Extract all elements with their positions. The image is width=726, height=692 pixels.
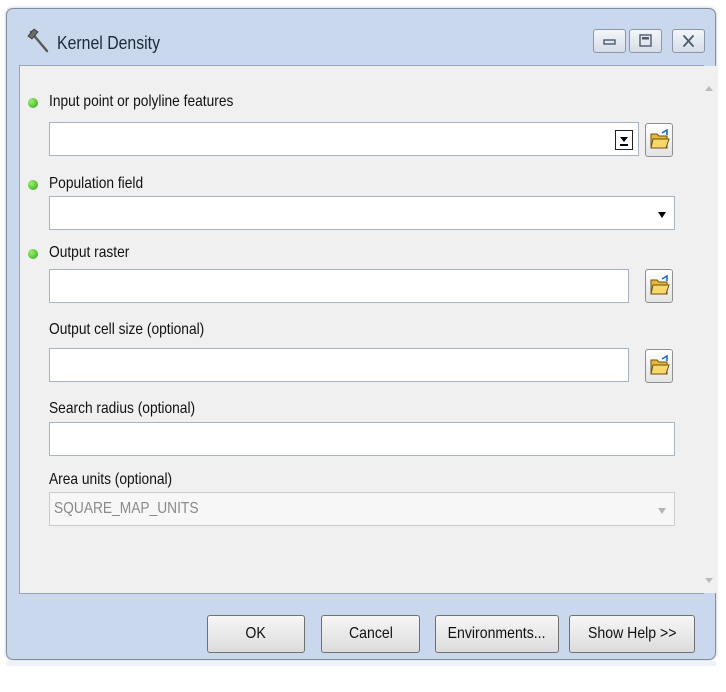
cell-size-browse-button[interactable] (645, 349, 673, 383)
maximize-icon (639, 34, 652, 47)
output-raster-browse-button[interactable] (645, 269, 673, 303)
area-units-value: SQUARE_MAP_UNITS (54, 500, 199, 517)
population-field-dropdown[interactable] (49, 196, 675, 230)
output-raster-label: Output raster (49, 244, 130, 261)
button-divider (19, 598, 705, 599)
minimize-icon (603, 39, 616, 45)
show-help-button[interactable]: Show Help >> (569, 615, 695, 653)
input-features-field[interactable] (49, 122, 639, 156)
close-button[interactable] (672, 29, 705, 53)
window-bottom-edge (6, 661, 716, 666)
output-raster-field[interactable] (49, 269, 629, 303)
cancel-button[interactable]: Cancel (321, 615, 420, 653)
search-radius-label: Search radius (optional) (49, 400, 196, 417)
search-radius-field[interactable] (49, 422, 675, 456)
required-indicator-icon (28, 249, 38, 259)
chevron-down-icon (620, 137, 628, 142)
cell-size-label: Output cell size (optional) (49, 321, 205, 338)
cell-size-field[interactable] (49, 348, 629, 382)
population-field-label: Population field (49, 175, 144, 192)
ok-button[interactable]: OK (207, 615, 305, 653)
scroll-down-arrow-icon[interactable] (705, 578, 713, 583)
vertical-scrollbar[interactable] (702, 66, 717, 593)
input-features-dropdown-button[interactable] (615, 130, 633, 150)
open-folder-icon (650, 275, 670, 295)
input-features-label: Input point or polyline features (49, 93, 234, 110)
scroll-up-arrow-icon[interactable] (705, 86, 713, 91)
chevron-down-icon (658, 212, 666, 218)
close-icon (683, 35, 694, 47)
input-features-browse-button[interactable] (645, 123, 673, 157)
required-indicator-icon (28, 98, 38, 108)
open-folder-icon (650, 355, 670, 375)
open-folder-icon (650, 129, 670, 149)
environments-button[interactable]: Environments... (435, 615, 559, 653)
maximize-button[interactable] (629, 29, 662, 53)
area-units-dropdown[interactable]: SQUARE_MAP_UNITS (49, 492, 675, 526)
hammer-icon (25, 27, 53, 55)
chevron-down-icon (658, 508, 666, 514)
window-title: Kernel Density (57, 33, 161, 53)
kernel-density-window: Kernel Density Input point or polyline f… (6, 8, 717, 660)
minimize-button[interactable] (593, 29, 626, 53)
required-indicator-icon (28, 180, 38, 190)
area-units-label: Area units (optional) (49, 471, 173, 488)
